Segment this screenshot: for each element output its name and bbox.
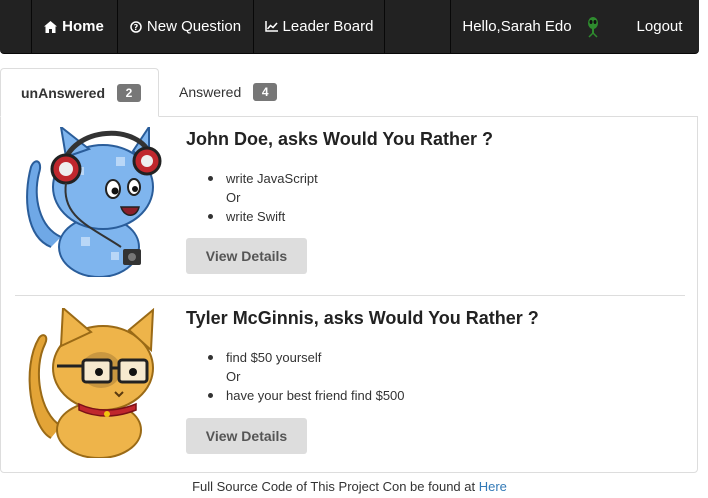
tab-answered-label: Answered (179, 84, 242, 100)
option-one: write JavaScript (206, 169, 318, 188)
blue-cat-avatar (21, 123, 171, 278)
answered-count-badge: 4 (253, 83, 278, 101)
top-navbar: Home ? New Question Leader Board Hello,S… (0, 0, 699, 54)
tab-unanswered[interactable]: unAnswered 2 (0, 68, 159, 117)
orange-cat-avatar (21, 305, 171, 459)
footer-text: Full Source Code of This Project Con be … (192, 479, 476, 494)
question-author-line: Tyler McGinnis, asks Would You Rather ? (186, 308, 539, 328)
logout-label: Logout (636, 18, 683, 35)
nav-new-question-label: New Question (146, 18, 242, 35)
tab-answered[interactable]: Answered 4 (159, 68, 299, 116)
greeting-text: Hello,Sarah Edo (462, 18, 572, 35)
alien-avatar-icon (586, 16, 600, 38)
question-options: write JavaScript Or write Swift (206, 169, 318, 226)
nav-leader-board-link[interactable]: Leader Board (254, 0, 384, 53)
nav-home-label: Home (62, 18, 104, 35)
or-separator: Or (226, 190, 241, 205)
user-greeting: Hello,Sarah Edo (451, 0, 611, 53)
or-separator: Or (226, 369, 241, 384)
nav-new-question-link[interactable]: ? New Question (118, 0, 253, 53)
unanswered-count-badge: 2 (117, 83, 142, 102)
question-list-panel: John Doe, asks Would You Rather ? write … (0, 116, 698, 473)
page-footer: Full Source Code of This Project Con be … (0, 479, 699, 494)
view-details-button[interactable]: View Details (186, 238, 307, 274)
nav-divider (384, 0, 385, 53)
logout-link[interactable]: Logout (620, 0, 699, 53)
question-card: Tyler McGinnis, asks Would You Rather ? … (15, 296, 685, 472)
option-one: find $50 yourself (206, 348, 405, 367)
question-options: find $50 yourself Or have your best frie… (206, 348, 405, 405)
question-author-line: John Doe, asks Would You Rather ? (186, 129, 494, 149)
line-chart-icon (264, 21, 278, 32)
option-two: have your best friend find $500 (206, 386, 405, 405)
source-code-link[interactable]: Here (479, 479, 507, 494)
nav-leader-board-label: Leader Board (282, 18, 374, 35)
nav-home-link[interactable]: Home (31, 0, 117, 53)
question-circle-icon: ? (130, 20, 142, 33)
view-details-button[interactable]: View Details (186, 418, 307, 454)
tab-unanswered-label: unAnswered (21, 84, 106, 101)
question-card: John Doe, asks Would You Rather ? write … (15, 117, 685, 296)
question-tabs: unAnswered 2 Answered 4 (0, 68, 699, 117)
home-icon (44, 20, 58, 33)
svg-text:?: ? (134, 23, 139, 32)
option-two: write Swift (206, 207, 318, 226)
